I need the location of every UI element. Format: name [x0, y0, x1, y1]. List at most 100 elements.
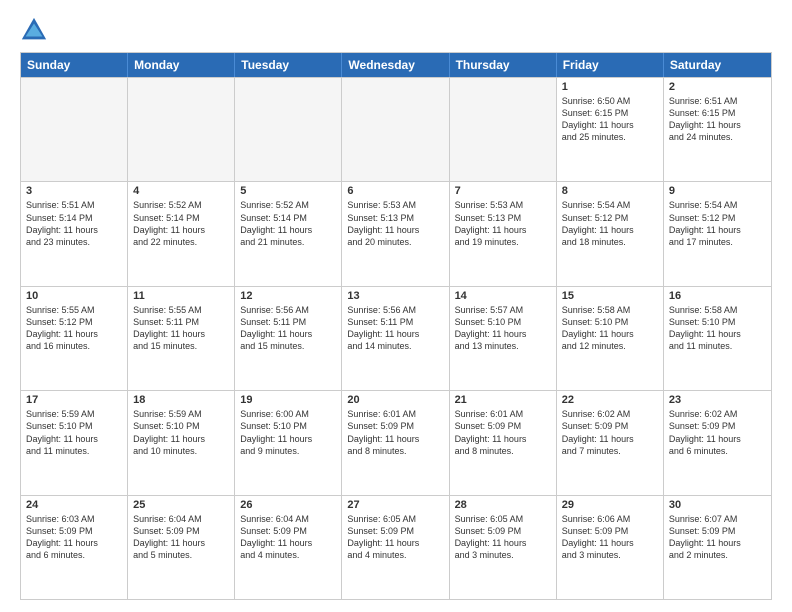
cell-content: Sunrise: 6:01 AMSunset: 5:09 PMDaylight:…	[455, 408, 551, 457]
calendar-cell: 14 Sunrise: 5:57 AMSunset: 5:10 PMDayligh…	[450, 287, 557, 390]
day-number: 19	[240, 394, 336, 406]
logo	[20, 16, 54, 44]
calendar-cell: 10Sunrise: 5:55 AMSunset: 5:12 PMDayligh…	[21, 287, 128, 390]
page: SundayMondayTuesdayWednesdayThursdayFrid…	[0, 0, 792, 612]
day-number: 24	[26, 499, 122, 511]
header-day: Monday	[128, 53, 235, 77]
calendar-cell	[235, 78, 342, 181]
calendar-cell: 23 Sunrise: 6:02 AMSunset: 5:09 PMDayligh…	[664, 391, 771, 494]
cell-content: Sunrise: 5:59 AMSunset: 5:10 PMDaylight:…	[26, 408, 122, 457]
calendar: SundayMondayTuesdayWednesdayThursdayFrid…	[20, 52, 772, 600]
day-number: 22	[562, 394, 658, 406]
header-day: Tuesday	[235, 53, 342, 77]
calendar-row: 24 Sunrise: 6:03 AMSunset: 5:09 PMDayligh…	[21, 495, 771, 599]
cell-content: Sunrise: 5:59 AMSunset: 5:10 PMDaylight:…	[133, 408, 229, 457]
calendar-cell: 6 Sunrise: 5:53 AMSunset: 5:13 PMDaylight…	[342, 182, 449, 285]
cell-content: Sunrise: 6:05 AMSunset: 5:09 PMDaylight:…	[455, 513, 551, 562]
calendar-cell: 30 Sunrise: 6:07 AMSunset: 5:09 PMDayligh…	[664, 496, 771, 599]
day-number: 17	[26, 394, 122, 406]
cell-content: Sunrise: 6:06 AMSunset: 5:09 PMDaylight:…	[562, 513, 658, 562]
calendar-cell: 27Sunrise: 6:05 AMSunset: 5:09 PMDayligh…	[342, 496, 449, 599]
cell-content: Sunrise: 6:51 AMSunset: 6:15 PMDaylight:…	[669, 95, 766, 144]
day-number: 18	[133, 394, 229, 406]
header	[20, 16, 772, 44]
day-number: 26	[240, 499, 336, 511]
day-number: 15	[562, 290, 658, 302]
day-number: 14	[455, 290, 551, 302]
calendar-cell: 7 Sunrise: 5:53 AMSunset: 5:13 PMDaylight…	[450, 182, 557, 285]
calendar-cell: 20 Sunrise: 6:01 AMSunset: 5:09 PMDayligh…	[342, 391, 449, 494]
cell-content: Sunrise: 5:58 AMSunset: 5:10 PMDaylight:…	[669, 304, 766, 353]
calendar-cell: 13 Sunrise: 5:56 AMSunset: 5:11 PMDayligh…	[342, 287, 449, 390]
cell-content: Sunrise: 5:52 AMSunset: 5:14 PMDaylight:…	[133, 199, 229, 248]
cell-content: Sunrise: 5:51 AMSunset: 5:14 PMDaylight:…	[26, 199, 122, 248]
cell-content: Sunrise: 5:58 AMSunset: 5:10 PMDaylight:…	[562, 304, 658, 353]
calendar-row: 10Sunrise: 5:55 AMSunset: 5:12 PMDayligh…	[21, 286, 771, 390]
calendar-cell: 26 Sunrise: 6:04 AMSunset: 5:09 PMDayligh…	[235, 496, 342, 599]
calendar-cell: 22 Sunrise: 6:02 AMSunset: 5:09 PMDayligh…	[557, 391, 664, 494]
calendar-cell: 19Sunrise: 6:00 AMSunset: 5:10 PMDayligh…	[235, 391, 342, 494]
day-number: 12	[240, 290, 336, 302]
calendar-cell: 16 Sunrise: 5:58 AMSunset: 5:10 PMDayligh…	[664, 287, 771, 390]
cell-content: Sunrise: 6:01 AMSunset: 5:09 PMDaylight:…	[347, 408, 443, 457]
day-number: 28	[455, 499, 551, 511]
cell-content: Sunrise: 6:04 AMSunset: 5:09 PMDaylight:…	[240, 513, 336, 562]
day-number: 7	[455, 185, 551, 197]
cell-content: Sunrise: 5:56 AMSunset: 5:11 PMDaylight:…	[347, 304, 443, 353]
day-number: 21	[455, 394, 551, 406]
header-day: Friday	[557, 53, 664, 77]
day-number: 8	[562, 185, 658, 197]
cell-content: Sunrise: 6:03 AMSunset: 5:09 PMDaylight:…	[26, 513, 122, 562]
calendar-cell	[450, 78, 557, 181]
day-number: 25	[133, 499, 229, 511]
calendar-cell: 8 Sunrise: 5:54 AMSunset: 5:12 PMDaylight…	[557, 182, 664, 285]
calendar-cell	[21, 78, 128, 181]
calendar-cell: 12 Sunrise: 5:56 AMSunset: 5:11 PMDayligh…	[235, 287, 342, 390]
day-number: 5	[240, 185, 336, 197]
cell-content: Sunrise: 5:56 AMSunset: 5:11 PMDaylight:…	[240, 304, 336, 353]
day-number: 4	[133, 185, 229, 197]
calendar-cell: 29 Sunrise: 6:06 AMSunset: 5:09 PMDayligh…	[557, 496, 664, 599]
calendar-body: 1 Sunrise: 6:50 AMSunset: 6:15 PMDaylight…	[21, 77, 771, 599]
cell-content: Sunrise: 6:50 AMSunset: 6:15 PMDaylight:…	[562, 95, 658, 144]
cell-content: Sunrise: 5:54 AMSunset: 5:12 PMDaylight:…	[669, 199, 766, 248]
day-number: 23	[669, 394, 766, 406]
calendar-cell: 4 Sunrise: 5:52 AMSunset: 5:14 PMDaylight…	[128, 182, 235, 285]
day-number: 11	[133, 290, 229, 302]
day-number: 13	[347, 290, 443, 302]
day-number: 29	[562, 499, 658, 511]
calendar-row: 17 Sunrise: 5:59 AMSunset: 5:10 PMDayligh…	[21, 390, 771, 494]
calendar-cell: 5 Sunrise: 5:52 AMSunset: 5:14 PMDaylight…	[235, 182, 342, 285]
day-number: 16	[669, 290, 766, 302]
calendar-row: 1 Sunrise: 6:50 AMSunset: 6:15 PMDaylight…	[21, 77, 771, 181]
cell-content: Sunrise: 6:05 AMSunset: 5:09 PMDaylight:…	[347, 513, 443, 562]
cell-content: Sunrise: 6:02 AMSunset: 5:09 PMDaylight:…	[669, 408, 766, 457]
calendar-cell: 17 Sunrise: 5:59 AMSunset: 5:10 PMDayligh…	[21, 391, 128, 494]
day-number: 9	[669, 185, 766, 197]
calendar-cell: 25 Sunrise: 6:04 AMSunset: 5:09 PMDayligh…	[128, 496, 235, 599]
cell-content: Sunrise: 6:04 AMSunset: 5:09 PMDaylight:…	[133, 513, 229, 562]
header-day: Thursday	[450, 53, 557, 77]
cell-content: Sunrise: 5:53 AMSunset: 5:13 PMDaylight:…	[455, 199, 551, 248]
cell-content: Sunrise: 5:54 AMSunset: 5:12 PMDaylight:…	[562, 199, 658, 248]
calendar-cell: 3 Sunrise: 5:51 AMSunset: 5:14 PMDaylight…	[21, 182, 128, 285]
calendar-cell: 11Sunrise: 5:55 AMSunset: 5:11 PMDayligh…	[128, 287, 235, 390]
calendar-cell	[342, 78, 449, 181]
day-number: 6	[347, 185, 443, 197]
cell-content: Sunrise: 5:53 AMSunset: 5:13 PMDaylight:…	[347, 199, 443, 248]
calendar-cell: 21 Sunrise: 6:01 AMSunset: 5:09 PMDayligh…	[450, 391, 557, 494]
day-number: 1	[562, 81, 658, 93]
calendar-header: SundayMondayTuesdayWednesdayThursdayFrid…	[21, 53, 771, 77]
cell-content: Sunrise: 6:02 AMSunset: 5:09 PMDaylight:…	[562, 408, 658, 457]
cell-content: Sunrise: 6:07 AMSunset: 5:09 PMDaylight:…	[669, 513, 766, 562]
calendar-cell: 18 Sunrise: 5:59 AMSunset: 5:10 PMDayligh…	[128, 391, 235, 494]
day-number: 3	[26, 185, 122, 197]
day-number: 20	[347, 394, 443, 406]
day-number: 30	[669, 499, 766, 511]
day-number: 2	[669, 81, 766, 93]
calendar-cell: 9 Sunrise: 5:54 AMSunset: 5:12 PMDaylight…	[664, 182, 771, 285]
cell-content: Sunrise: 5:52 AMSunset: 5:14 PMDaylight:…	[240, 199, 336, 248]
cell-content: Sunrise: 5:57 AMSunset: 5:10 PMDaylight:…	[455, 304, 551, 353]
cell-content: Sunrise: 5:55 AMSunset: 5:12 PMDaylight:…	[26, 304, 122, 353]
calendar-cell	[128, 78, 235, 181]
